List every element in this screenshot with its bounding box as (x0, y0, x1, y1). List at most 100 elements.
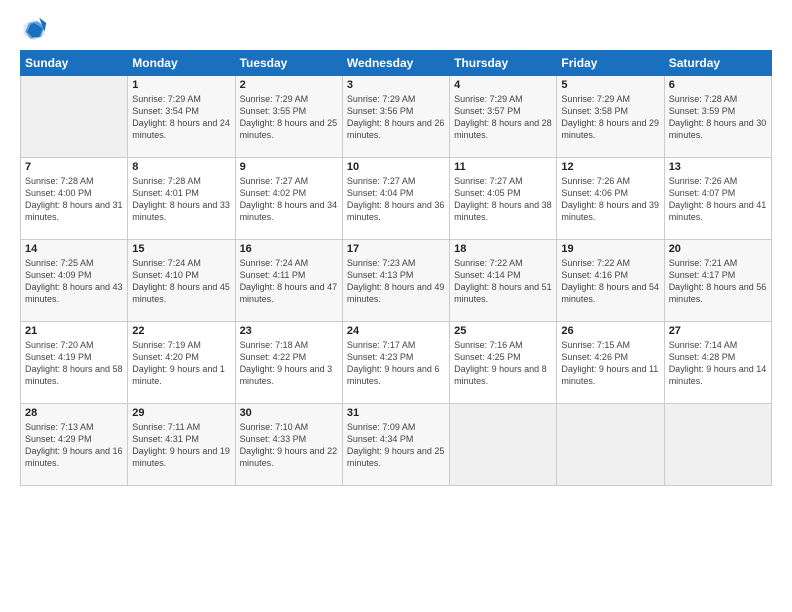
calendar-cell: 9 Sunrise: 7:27 AMSunset: 4:02 PMDaylight… (235, 158, 342, 240)
day-number: 14 (25, 243, 123, 255)
calendar-cell: 16 Sunrise: 7:24 AMSunset: 4:11 PMDayligh… (235, 240, 342, 322)
col-header-saturday: Saturday (664, 51, 771, 76)
day-number: 16 (240, 243, 338, 255)
day-number: 26 (561, 325, 659, 337)
calendar-cell: 30 Sunrise: 7:10 AMSunset: 4:33 PMDayligh… (235, 404, 342, 486)
cell-info: Sunrise: 7:13 AMSunset: 4:29 PMDaylight:… (25, 421, 123, 470)
calendar-cell: 15Sunrise: 7:24 AMSunset: 4:10 PMDayligh… (128, 240, 235, 322)
cell-info: Sunrise: 7:29 AMSunset: 3:58 PMDaylight:… (561, 93, 659, 142)
calendar-cell: 12 Sunrise: 7:26 AMSunset: 4:06 PMDayligh… (557, 158, 664, 240)
col-header-wednesday: Wednesday (342, 51, 449, 76)
calendar-cell: 22 Sunrise: 7:19 AMSunset: 4:20 PMDayligh… (128, 322, 235, 404)
cell-info: Sunrise: 7:22 AMSunset: 4:16 PMDaylight:… (561, 257, 659, 306)
calendar-cell: 21Sunrise: 7:20 AMSunset: 4:19 PMDayligh… (21, 322, 128, 404)
calendar-cell: 26 Sunrise: 7:15 AMSunset: 4:26 PMDayligh… (557, 322, 664, 404)
day-number: 7 (25, 161, 123, 173)
day-number: 18 (454, 243, 552, 255)
cell-info: Sunrise: 7:28 AMSunset: 4:00 PMDaylight:… (25, 175, 123, 224)
day-number: 15 (132, 243, 230, 255)
calendar-cell: 1 Sunrise: 7:29 AMSunset: 3:54 PMDaylight… (128, 76, 235, 158)
cell-info: Sunrise: 7:27 AMSunset: 4:04 PMDaylight:… (347, 175, 445, 224)
day-number: 4 (454, 79, 552, 91)
day-number: 25 (454, 325, 552, 337)
cell-info: Sunrise: 7:10 AMSunset: 4:33 PMDaylight:… (240, 421, 338, 470)
calendar-cell: 10 Sunrise: 7:27 AMSunset: 4:04 PMDayligh… (342, 158, 449, 240)
calendar-cell: 18 Sunrise: 7:22 AMSunset: 4:14 PMDayligh… (450, 240, 557, 322)
calendar-cell: 31Sunrise: 7:09 AMSunset: 4:34 PMDayligh… (342, 404, 449, 486)
day-number: 22 (132, 325, 230, 337)
calendar-cell: 24 Sunrise: 7:17 AMSunset: 4:23 PMDayligh… (342, 322, 449, 404)
cell-info: Sunrise: 7:27 AMSunset: 4:05 PMDaylight:… (454, 175, 552, 224)
calendar-cell: 11 Sunrise: 7:27 AMSunset: 4:05 PMDayligh… (450, 158, 557, 240)
cell-info: Sunrise: 7:19 AMSunset: 4:20 PMDaylight:… (132, 339, 230, 388)
calendar-cell: 17 Sunrise: 7:23 AMSunset: 4:13 PMDayligh… (342, 240, 449, 322)
day-number: 27 (669, 325, 767, 337)
calendar-cell (664, 404, 771, 486)
cell-info: Sunrise: 7:28 AMSunset: 3:59 PMDaylight:… (669, 93, 767, 142)
calendar-cell: 6 Sunrise: 7:28 AMSunset: 3:59 PMDaylight… (664, 76, 771, 158)
day-number: 9 (240, 161, 338, 173)
cell-info: Sunrise: 7:27 AMSunset: 4:02 PMDaylight:… (240, 175, 338, 224)
cell-info: Sunrise: 7:16 AMSunset: 4:25 PMDaylight:… (454, 339, 552, 388)
day-number: 11 (454, 161, 552, 173)
cell-info: Sunrise: 7:15 AMSunset: 4:26 PMDaylight:… (561, 339, 659, 388)
calendar-cell: 8 Sunrise: 7:28 AMSunset: 4:01 PMDaylight… (128, 158, 235, 240)
day-number: 20 (669, 243, 767, 255)
col-header-monday: Monday (128, 51, 235, 76)
day-number: 6 (669, 79, 767, 91)
day-number: 31 (347, 407, 445, 419)
day-number: 2 (240, 79, 338, 91)
calendar-cell: 29Sunrise: 7:11 AMSunset: 4:31 PMDayligh… (128, 404, 235, 486)
cell-info: Sunrise: 7:29 AMSunset: 3:56 PMDaylight:… (347, 93, 445, 142)
day-number: 5 (561, 79, 659, 91)
day-number: 30 (240, 407, 338, 419)
calendar-cell: 19Sunrise: 7:22 AMSunset: 4:16 PMDayligh… (557, 240, 664, 322)
day-number: 24 (347, 325, 445, 337)
logo-icon (20, 16, 48, 44)
calendar-cell: 14 Sunrise: 7:25 AMSunset: 4:09 PMDayligh… (21, 240, 128, 322)
day-number: 12 (561, 161, 659, 173)
calendar-cell (557, 404, 664, 486)
col-header-sunday: Sunday (21, 51, 128, 76)
calendar-cell: 27 Sunrise: 7:14 AMSunset: 4:28 PMDayligh… (664, 322, 771, 404)
cell-info: Sunrise: 7:14 AMSunset: 4:28 PMDaylight:… (669, 339, 767, 388)
cell-info: Sunrise: 7:17 AMSunset: 4:23 PMDaylight:… (347, 339, 445, 388)
cell-info: Sunrise: 7:26 AMSunset: 4:06 PMDaylight:… (561, 175, 659, 224)
cell-info: Sunrise: 7:21 AMSunset: 4:17 PMDaylight:… (669, 257, 767, 306)
day-number: 28 (25, 407, 123, 419)
cell-info: Sunrise: 7:28 AMSunset: 4:01 PMDaylight:… (132, 175, 230, 224)
day-number: 10 (347, 161, 445, 173)
calendar-cell: 28 Sunrise: 7:13 AMSunset: 4:29 PMDayligh… (21, 404, 128, 486)
col-header-friday: Friday (557, 51, 664, 76)
col-header-thursday: Thursday (450, 51, 557, 76)
calendar-cell: 20 Sunrise: 7:21 AMSunset: 4:17 PMDayligh… (664, 240, 771, 322)
calendar-cell: 13 Sunrise: 7:26 AMSunset: 4:07 PMDayligh… (664, 158, 771, 240)
day-number: 23 (240, 325, 338, 337)
cell-info: Sunrise: 7:25 AMSunset: 4:09 PMDaylight:… (25, 257, 123, 306)
cell-info: Sunrise: 7:22 AMSunset: 4:14 PMDaylight:… (454, 257, 552, 306)
calendar-cell: 23 Sunrise: 7:18 AMSunset: 4:22 PMDayligh… (235, 322, 342, 404)
cell-info: Sunrise: 7:29 AMSunset: 3:57 PMDaylight:… (454, 93, 552, 142)
calendar-cell: 25 Sunrise: 7:16 AMSunset: 4:25 PMDayligh… (450, 322, 557, 404)
calendar-cell: 3 Sunrise: 7:29 AMSunset: 3:56 PMDaylight… (342, 76, 449, 158)
cell-info: Sunrise: 7:24 AMSunset: 4:11 PMDaylight:… (240, 257, 338, 306)
day-number: 13 (669, 161, 767, 173)
logo (20, 16, 52, 44)
day-number: 17 (347, 243, 445, 255)
day-number: 1 (132, 79, 230, 91)
cell-info: Sunrise: 7:26 AMSunset: 4:07 PMDaylight:… (669, 175, 767, 224)
cell-info: Sunrise: 7:18 AMSunset: 4:22 PMDaylight:… (240, 339, 338, 388)
calendar-cell: 2 Sunrise: 7:29 AMSunset: 3:55 PMDaylight… (235, 76, 342, 158)
calendar-cell (450, 404, 557, 486)
cell-info: Sunrise: 7:20 AMSunset: 4:19 PMDaylight:… (25, 339, 123, 388)
cell-info: Sunrise: 7:29 AMSunset: 3:55 PMDaylight:… (240, 93, 338, 142)
cell-info: Sunrise: 7:29 AMSunset: 3:54 PMDaylight:… (132, 93, 230, 142)
day-number: 8 (132, 161, 230, 173)
day-number: 3 (347, 79, 445, 91)
calendar-cell: 7 Sunrise: 7:28 AMSunset: 4:00 PMDaylight… (21, 158, 128, 240)
calendar-cell: 4 Sunrise: 7:29 AMSunset: 3:57 PMDaylight… (450, 76, 557, 158)
calendar-table: SundayMondayTuesdayWednesdayThursdayFrid… (20, 50, 772, 486)
calendar-cell: 5 Sunrise: 7:29 AMSunset: 3:58 PMDaylight… (557, 76, 664, 158)
cell-info: Sunrise: 7:11 AMSunset: 4:31 PMDaylight:… (132, 421, 230, 470)
cell-info: Sunrise: 7:23 AMSunset: 4:13 PMDaylight:… (347, 257, 445, 306)
